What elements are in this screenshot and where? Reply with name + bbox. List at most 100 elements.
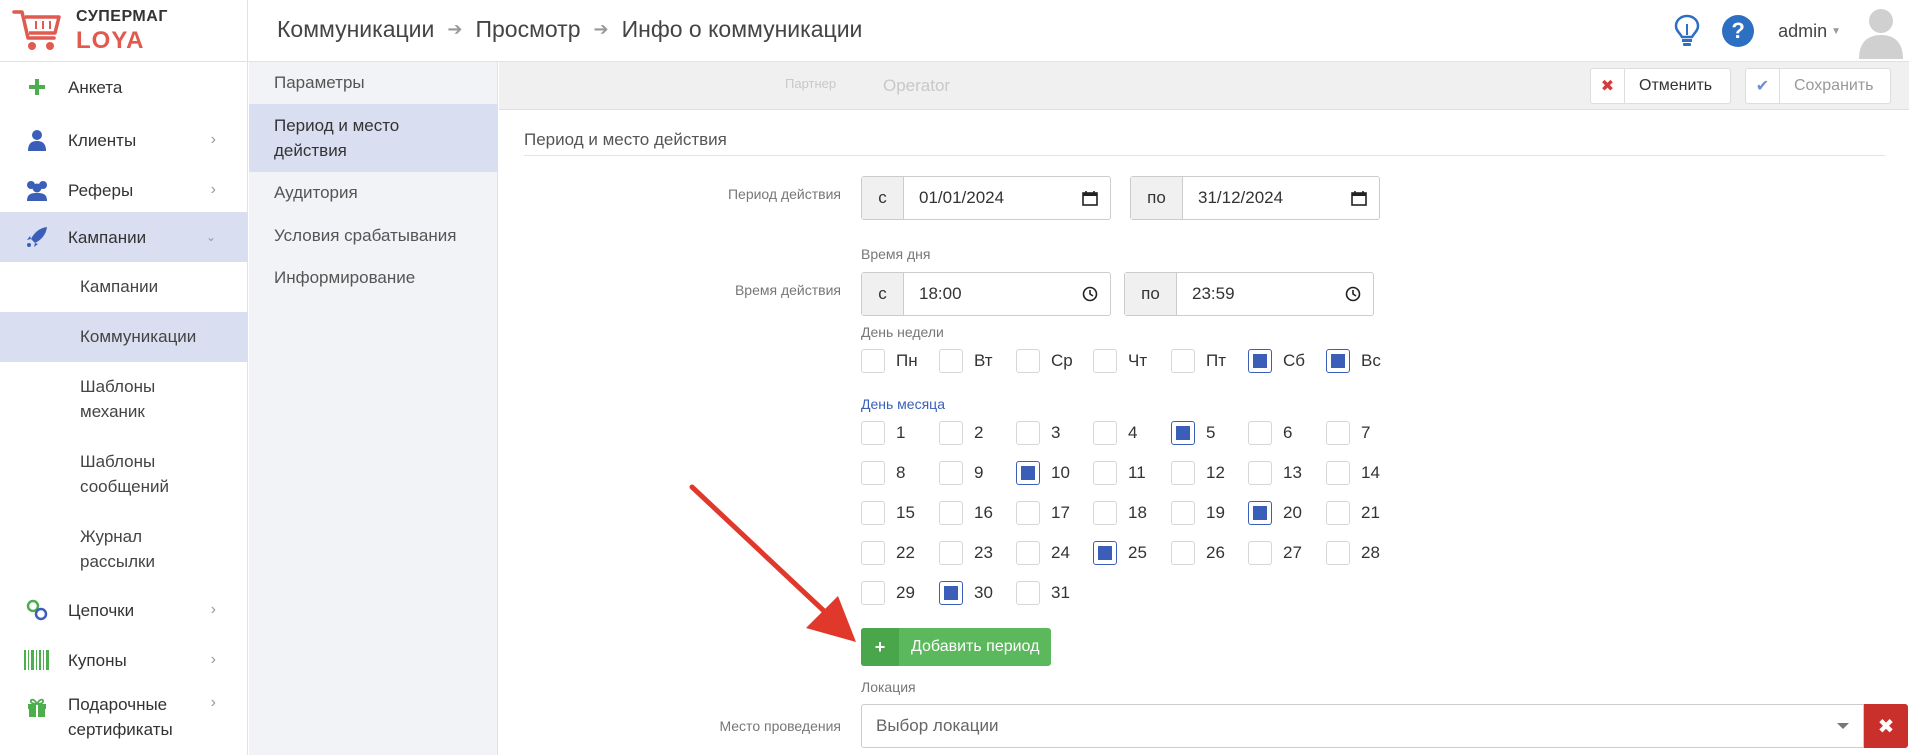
- weekday-checkbox[interactable]: Вс: [1326, 349, 1381, 373]
- monthday-checkbox[interactable]: 11: [1093, 461, 1146, 485]
- monthday-checkbox[interactable]: 2: [939, 421, 983, 445]
- checkbox-box[interactable]: [1093, 349, 1117, 373]
- checkbox-box[interactable]: [1326, 501, 1350, 525]
- checkbox-box[interactable]: [861, 541, 885, 565]
- checkbox-box[interactable]: [1016, 541, 1040, 565]
- monthday-checkbox[interactable]: 27: [1248, 541, 1302, 565]
- checkbox-box[interactable]: [1093, 461, 1117, 485]
- weekday-checkbox[interactable]: Вт: [939, 349, 993, 373]
- sidebar-item-refers[interactable]: Реферы ›: [0, 170, 248, 210]
- monthday-checkbox[interactable]: 31: [1016, 581, 1070, 605]
- section-nav-item-informing[interactable]: Информирование: [249, 256, 498, 298]
- weekday-checkbox[interactable]: Пн: [861, 349, 918, 373]
- calendar-icon[interactable]: [1351, 190, 1367, 206]
- sidebar-item-campaigns[interactable]: Кампании ⌄: [0, 212, 248, 262]
- checkbox-box[interactable]: [1016, 461, 1040, 485]
- weekday-checkbox[interactable]: Чт: [1093, 349, 1147, 373]
- checkbox-box[interactable]: [1248, 541, 1272, 565]
- sidebar-subitem-mailing-log[interactable]: Журнал рассылки: [0, 512, 248, 587]
- date-from-input[interactable]: 01/01/2024: [904, 177, 1110, 219]
- checkbox-box[interactable]: [939, 349, 963, 373]
- checkbox-box[interactable]: [1016, 349, 1040, 373]
- checkbox-box[interactable]: [1171, 541, 1195, 565]
- monthday-checkbox[interactable]: 6: [1248, 421, 1292, 445]
- monthday-checkbox[interactable]: 8: [861, 461, 905, 485]
- monthday-checkbox[interactable]: 18: [1093, 501, 1147, 525]
- sidebar-subitem-campaigns[interactable]: Кампании: [0, 262, 248, 312]
- weekday-checkbox[interactable]: Сб: [1248, 349, 1305, 373]
- sidebar-item-anketa[interactable]: Анкета: [0, 72, 248, 102]
- checkbox-box[interactable]: [1326, 421, 1350, 445]
- checkbox-box[interactable]: [861, 421, 885, 445]
- sidebar-subitem-message-templates[interactable]: Шаблоны сообщений: [0, 437, 248, 512]
- monthday-checkbox[interactable]: 21: [1326, 501, 1380, 525]
- checkbox-box[interactable]: [861, 581, 885, 605]
- monthday-checkbox[interactable]: 23: [939, 541, 993, 565]
- monthday-checkbox[interactable]: 29: [861, 581, 915, 605]
- sidebar-item-coupons[interactable]: Купоны ›: [0, 640, 248, 680]
- checkbox-box[interactable]: [939, 461, 963, 485]
- sidebar-subitem-communications[interactable]: Коммуникации: [0, 312, 248, 362]
- checkbox-box[interactable]: [1016, 421, 1040, 445]
- add-period-button[interactable]: + Добавить период: [861, 628, 1051, 666]
- monthday-checkbox[interactable]: 30: [939, 581, 993, 605]
- clear-location-button[interactable]: ✖: [1864, 704, 1908, 748]
- checkbox-box[interactable]: [1093, 501, 1117, 525]
- checkbox-box[interactable]: [1248, 501, 1272, 525]
- checkbox-box[interactable]: [1171, 421, 1195, 445]
- monthday-checkbox[interactable]: 28: [1326, 541, 1380, 565]
- clock-icon[interactable]: [1345, 286, 1361, 302]
- sidebar-subitem-mechanic-templates[interactable]: Шаблоны механик: [0, 362, 248, 437]
- monthday-checkbox[interactable]: 26: [1171, 541, 1225, 565]
- checkbox-box[interactable]: [939, 421, 963, 445]
- avatar[interactable]: [1857, 3, 1905, 59]
- monthday-checkbox[interactable]: 25: [1093, 541, 1147, 565]
- calendar-icon[interactable]: [1082, 190, 1098, 206]
- checkbox-box[interactable]: [1326, 541, 1350, 565]
- save-button[interactable]: ✔ Сохранить: [1745, 68, 1891, 104]
- checkbox-box[interactable]: [939, 581, 963, 605]
- section-nav-item-period[interactable]: Период и место действия: [249, 104, 498, 172]
- logo[interactable]: СУПЕРМАГ LOYA: [0, 0, 248, 62]
- monthday-checkbox[interactable]: 7: [1326, 421, 1370, 445]
- checkbox-box[interactable]: [1171, 461, 1195, 485]
- checkbox-box[interactable]: [1248, 349, 1272, 373]
- checkbox-box[interactable]: [1093, 421, 1117, 445]
- checkbox-box[interactable]: [1171, 501, 1195, 525]
- monthday-checkbox[interactable]: 4: [1093, 421, 1137, 445]
- monthday-checkbox[interactable]: 17: [1016, 501, 1070, 525]
- checkbox-box[interactable]: [939, 501, 963, 525]
- breadcrumb-item[interactable]: Просмотр: [475, 16, 580, 43]
- monthday-checkbox[interactable]: 16: [939, 501, 993, 525]
- time-to-input[interactable]: 23:59: [1177, 273, 1373, 315]
- monthday-checkbox[interactable]: 5: [1171, 421, 1215, 445]
- checkbox-box[interactable]: [861, 501, 885, 525]
- clock-icon[interactable]: [1082, 286, 1098, 302]
- monthday-checkbox[interactable]: 15: [861, 501, 915, 525]
- checkbox-box[interactable]: [1248, 421, 1272, 445]
- checkbox-box[interactable]: [861, 349, 885, 373]
- breadcrumb-item[interactable]: Коммуникации: [277, 16, 434, 43]
- monthday-checkbox[interactable]: 13: [1248, 461, 1302, 485]
- monthday-checkbox[interactable]: 9: [939, 461, 983, 485]
- monthday-checkbox[interactable]: 20: [1248, 501, 1302, 525]
- checkbox-box[interactable]: [1016, 501, 1040, 525]
- monthday-checkbox[interactable]: 14: [1326, 461, 1380, 485]
- monthday-checkbox[interactable]: 10: [1016, 461, 1070, 485]
- sidebar-item-chains[interactable]: Цепочки ›: [0, 590, 248, 630]
- user-menu[interactable]: admin ▼: [1778, 21, 1841, 42]
- monthday-checkbox[interactable]: 12: [1171, 461, 1225, 485]
- checkbox-box[interactable]: [939, 541, 963, 565]
- checkbox-box[interactable]: [1171, 349, 1195, 373]
- sidebar-item-clients[interactable]: Клиенты ›: [0, 120, 248, 160]
- checkbox-box[interactable]: [861, 461, 885, 485]
- monthday-checkbox[interactable]: 22: [861, 541, 915, 565]
- checkbox-box[interactable]: [1248, 461, 1272, 485]
- checkbox-box[interactable]: [1093, 541, 1117, 565]
- monthday-checkbox[interactable]: 19: [1171, 501, 1225, 525]
- monthday-checkbox[interactable]: 3: [1016, 421, 1060, 445]
- weekday-checkbox[interactable]: Пт: [1171, 349, 1226, 373]
- monthday-checkbox[interactable]: 1: [861, 421, 905, 445]
- checkbox-box[interactable]: [1326, 349, 1350, 373]
- lightbulb-icon[interactable]: [1674, 14, 1700, 48]
